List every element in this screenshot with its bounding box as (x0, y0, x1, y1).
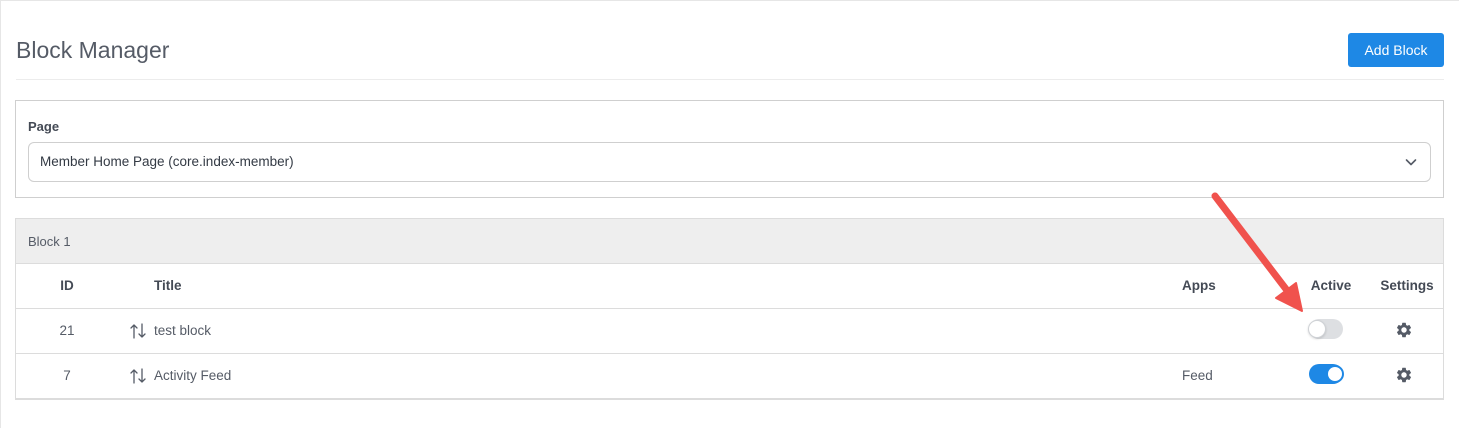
page-label: Page (28, 119, 60, 134)
column-header-id: ID (60, 278, 74, 293)
sort-arrows-icon[interactable] (129, 322, 147, 340)
window-top-border (0, 0, 1459, 1)
gear-icon[interactable] (1395, 321, 1413, 339)
row-apps: Feed (1182, 368, 1213, 383)
row-title: Activity Feed (154, 368, 232, 383)
toggle-knob (1326, 365, 1344, 383)
page-select-value: Member Home Page (core.index-member) (40, 154, 294, 169)
gear-icon[interactable] (1395, 366, 1413, 384)
column-header-apps: Apps (1182, 278, 1216, 293)
toggle-knob (1308, 320, 1326, 338)
header-divider (16, 79, 1444, 80)
window-left-border (0, 0, 1, 428)
add-block-button[interactable]: Add Block (1348, 33, 1444, 67)
page-selector-panel: Page Member Home Page (core.index-member… (15, 100, 1444, 198)
block-header: Block 1 (16, 219, 1443, 264)
row-id: 7 (63, 368, 71, 383)
page-select[interactable]: Member Home Page (core.index-member) (28, 142, 1431, 182)
block-panel: Block 1 ID Title Apps Active Settings 21… (15, 218, 1444, 400)
sort-arrows-icon[interactable] (129, 367, 147, 385)
column-header-title: Title (154, 278, 182, 293)
page-title: Block Manager (16, 37, 170, 63)
column-header-active: Active (1310, 278, 1352, 293)
table-row: 7 Activity Feed Feed (16, 354, 1443, 399)
table-row: 21 test block (16, 309, 1443, 354)
row-id: 21 (59, 323, 75, 338)
row-title: test block (154, 323, 212, 338)
active-toggle[interactable] (1309, 364, 1344, 384)
block-name: Block 1 (28, 234, 71, 249)
table-header-row: ID Title Apps Active Settings (16, 264, 1443, 309)
column-header-settings: Settings (1380, 278, 1434, 293)
chevron-down-icon (1405, 159, 1417, 166)
active-toggle[interactable] (1308, 319, 1343, 339)
